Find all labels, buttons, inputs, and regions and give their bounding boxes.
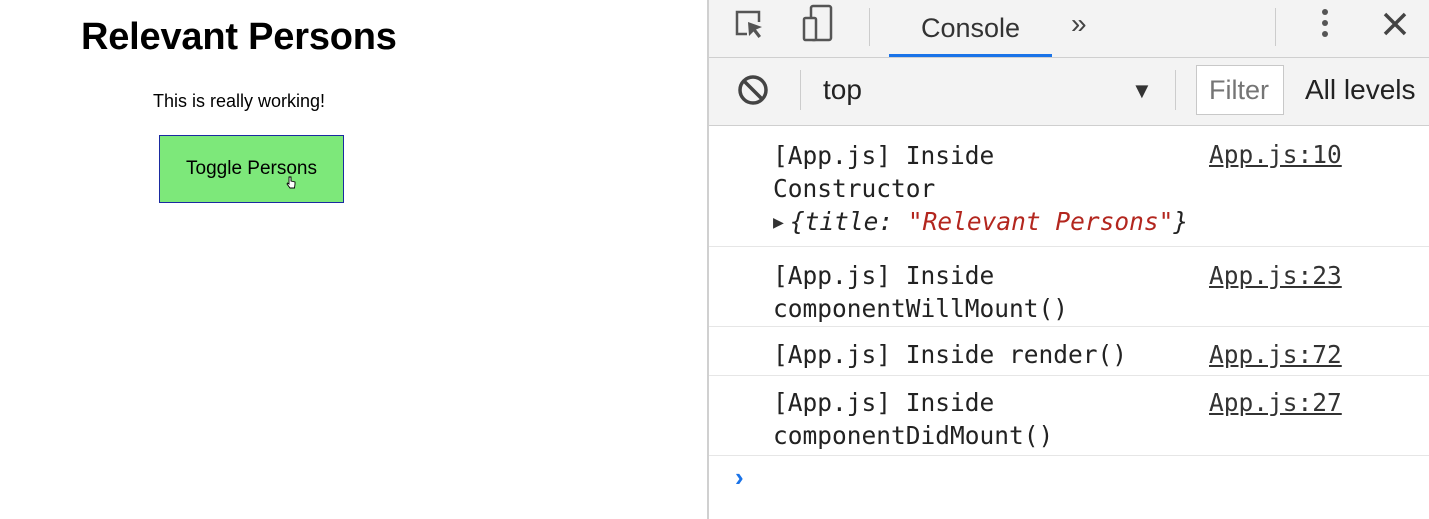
source-link[interactable]: App.js:23 (1209, 259, 1342, 292)
expand-triangle-icon[interactable]: ▶ (773, 212, 784, 233)
page-title: Relevant Persons (81, 16, 397, 58)
log-levels-dropdown[interactable]: All levels (1305, 74, 1415, 106)
console-message: [App.js] Inside Constructor ▶ {title: "Re… (709, 126, 1429, 247)
toggle-persons-button[interactable]: Toggle Persons (159, 135, 344, 203)
log-text: componentDidMount() (773, 421, 1054, 450)
inspect-element-icon[interactable] (731, 6, 767, 42)
context-selector[interactable]: top (823, 74, 862, 106)
clear-console-icon[interactable] (735, 72, 771, 108)
filter-input[interactable] (1196, 65, 1284, 115)
divider (800, 70, 801, 110)
more-tabs-icon[interactable]: » (1071, 0, 1087, 48)
devtools-tabbar: Console » (709, 0, 1429, 58)
kebab-menu-icon[interactable] (1307, 6, 1343, 42)
log-text: [App.js] Inside render() (773, 340, 1128, 369)
log-text: [App.js] Inside (773, 261, 995, 290)
source-link[interactable]: App.js:10 (1209, 138, 1342, 171)
object-preview[interactable]: ▶ {title: "Relevant Persons"} (773, 205, 1188, 241)
console-toolbar: top ▼ All levels (709, 58, 1429, 126)
source-link[interactable]: App.js:72 (1209, 338, 1342, 371)
status-text: This is really working! (153, 91, 326, 111)
close-icon[interactable] (1377, 6, 1413, 42)
divider (869, 8, 870, 46)
console-message: [App.js] Inside render() App.js:72 (709, 327, 1429, 376)
source-link[interactable]: App.js:27 (1209, 386, 1342, 419)
tab-active-indicator (889, 54, 1052, 57)
log-text: [App.js] Inside (773, 388, 995, 417)
devtools-panel: Console » top ▼ All levels (707, 0, 1429, 519)
log-text: componentWillMount() (773, 294, 1069, 323)
log-text: Constructor (773, 174, 936, 203)
console-prompt-icon[interactable]: › (735, 462, 744, 493)
app-page: Relevant Persons This is really working!… (0, 0, 707, 519)
tab-console[interactable]: Console (889, 0, 1052, 57)
console-message: [App.js] Inside componentWillMount() App… (709, 247, 1429, 327)
console-message: [App.js] Inside componentDidMount() App.… (709, 376, 1429, 456)
device-toolbar-icon[interactable] (801, 4, 837, 42)
hand-cursor-icon (286, 176, 296, 189)
dropdown-arrow-icon[interactable]: ▼ (1131, 78, 1153, 104)
object-value: "Relevant Persons" (907, 207, 1174, 236)
object-key: title: (804, 207, 894, 236)
divider (1275, 8, 1276, 46)
log-text: [App.js] Inside (773, 141, 995, 170)
divider (1175, 70, 1176, 110)
